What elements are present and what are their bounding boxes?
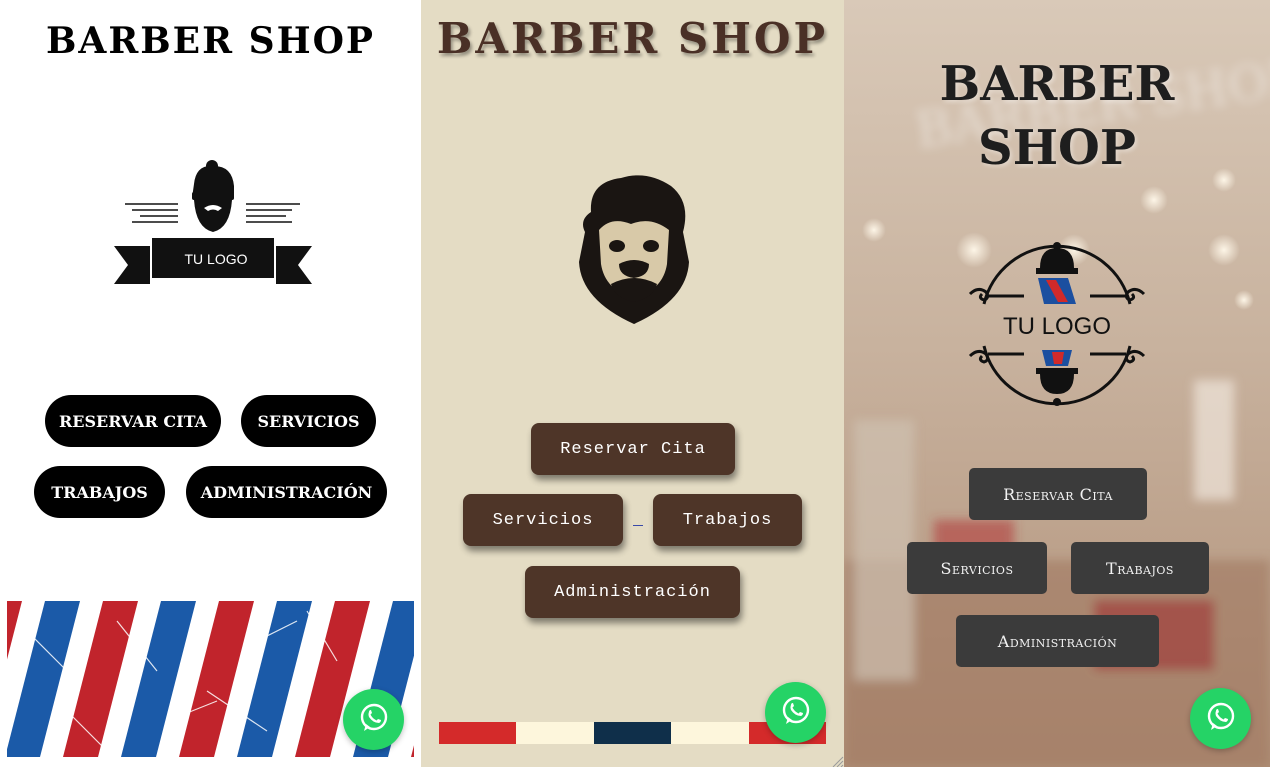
book-appointment-button[interactable]: Reservar Cita [531,423,735,475]
bearded-man-logo: TU LOGO [110,158,316,290]
admin-button[interactable]: ADMINISTRACIÓN [186,466,387,518]
services-button[interactable]: Servicios [463,494,623,546]
whatsapp-button[interactable] [343,689,404,750]
admin-button[interactable]: Administración [956,615,1159,667]
book-appointment-button[interactable]: Reservar Cita [969,468,1147,520]
services-button[interactable]: SERVICIOS [241,395,376,447]
link-underline [633,512,643,526]
page-title: BARBER SHOP [844,52,1270,180]
page-title: BARBER SHOP [436,14,829,63]
panel-white-theme: BARBER SHOP TU LOGO RESERVAR CITA SERVIC… [0,0,421,767]
title-line-2: SHOP [978,120,1136,176]
strip-red [439,722,517,744]
panel-photo-theme: BARBER SHOP BARBER SHOP TU LOGO Reservar… [844,0,1270,767]
works-button[interactable]: Trabajos [1071,542,1209,594]
logo-text: TU LOGO [1003,313,1111,340]
book-appointment-button[interactable]: RESERVAR CITA [45,395,221,447]
gorilla-logo [571,172,697,328]
whatsapp-icon [780,695,812,731]
works-button[interactable]: Trabajos [653,494,802,546]
whatsapp-button[interactable] [1190,688,1251,749]
whatsapp-button[interactable] [765,682,826,743]
whatsapp-icon [358,702,390,738]
strip-navy [593,722,672,744]
logo-text: TU LOGO [184,251,247,267]
page-title: BARBER SHOP [45,20,376,62]
resize-handle-icon[interactable] [830,753,844,767]
whatsapp-icon [1205,701,1237,737]
panel-vintage-theme: BARBER SHOP Reservar Cita Servicios Trab… [421,0,844,767]
works-button[interactable]: TRABAJOS [34,466,165,518]
strip-cream [671,722,749,744]
admin-button[interactable]: Administración [525,566,740,618]
barber-emblem-logo: TU LOGO [964,234,1150,416]
strip-cream [516,722,594,744]
services-button[interactable]: Servicios [907,542,1047,594]
title-line-1: BARBER [939,56,1175,112]
